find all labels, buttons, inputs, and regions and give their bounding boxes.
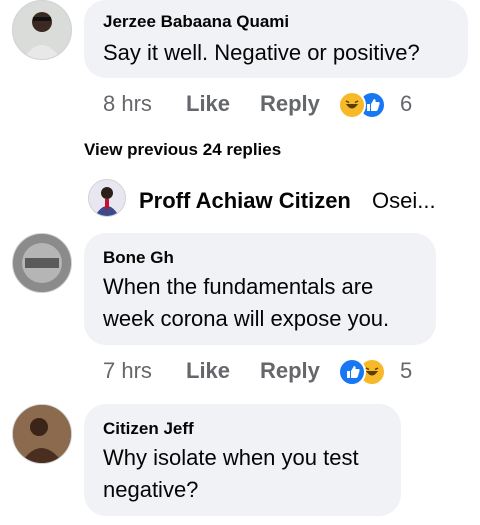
comment-text-line: Why isolate when you test — [103, 445, 359, 470]
like-button[interactable]: Like — [186, 358, 230, 384]
comment-text-line: When the fundamentals are — [103, 274, 374, 299]
logo-avatar-icon — [13, 234, 71, 292]
person-photo-icon — [13, 1, 71, 59]
comment-timestamp[interactable]: 8 hrs — [103, 91, 152, 117]
comment-author[interactable]: Bone Gh — [103, 248, 174, 268]
comment-text-line: week corona will expose you. — [103, 306, 390, 331]
comment-text-line: negative? — [103, 477, 199, 502]
avatar-citizen-jeff[interactable] — [12, 404, 72, 464]
reaction-count[interactable]: 6 — [400, 91, 412, 117]
comment-text: Say it well. Negative or positive? — [103, 40, 420, 65]
like-button[interactable]: Like — [186, 91, 230, 117]
haha-reaction-icon[interactable] — [338, 91, 366, 119]
reaction-count[interactable]: 5 — [400, 358, 412, 384]
avatar-jerzee[interactable] — [12, 0, 72, 60]
comment-author[interactable]: Jerzee Babaana Quami — [103, 12, 289, 32]
reply-button[interactable]: Reply — [260, 358, 320, 384]
avatar-bone-gh[interactable] — [12, 233, 72, 293]
comment-timestamp[interactable]: 7 hrs — [103, 358, 152, 384]
reply-preview-author[interactable]: Proff Achiaw Citizen — [139, 188, 351, 214]
like-reaction-icon[interactable] — [338, 358, 366, 386]
reply-button[interactable]: Reply — [260, 91, 320, 117]
reply-preview-snippet[interactable]: Osei... — [372, 188, 436, 214]
view-previous-replies-link[interactable]: View previous 24 replies — [84, 140, 281, 160]
person-photo-icon — [13, 405, 71, 463]
person-photo-icon — [89, 180, 125, 216]
avatar-proff-achiaw[interactable] — [88, 179, 126, 217]
comment-author[interactable]: Citizen Jeff — [103, 419, 194, 439]
